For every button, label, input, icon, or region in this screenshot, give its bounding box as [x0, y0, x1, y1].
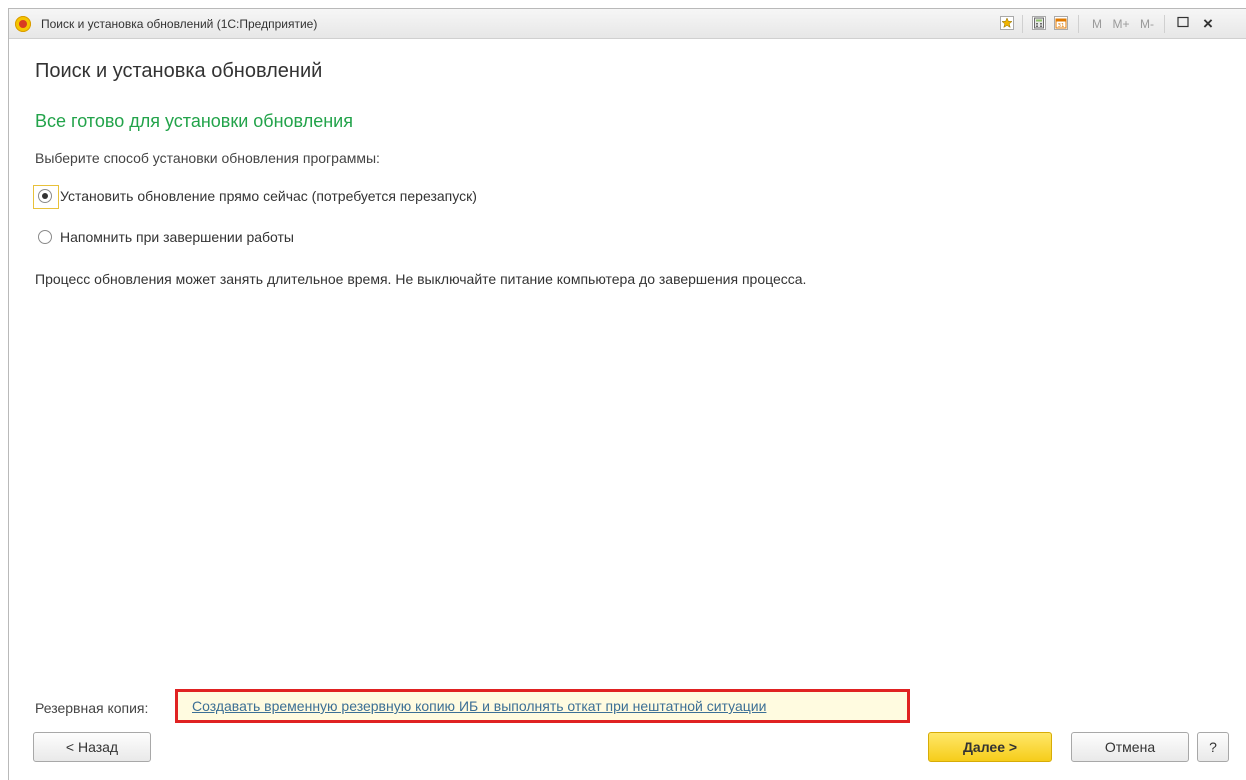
toolbar-separator: [1164, 15, 1165, 33]
favorites-icon[interactable]: [1000, 16, 1014, 30]
cancel-button[interactable]: Отмена: [1071, 732, 1189, 762]
page-subtitle: Все готово для установки обновления: [35, 111, 353, 131]
option-remind-later-label[interactable]: Напомнить при завершении работы: [60, 229, 294, 245]
backup-highlight-box: Создавать временную резервную копию ИБ и…: [175, 689, 910, 723]
title-bar: Поиск и установка обновлений (1С:Предпри…: [9, 9, 1246, 39]
update-window: Поиск и установка обновлений (1С:Предпри…: [8, 8, 1246, 780]
close-icon[interactable]: ×: [1200, 15, 1216, 32]
backup-link[interactable]: Создавать временную резервную копию ИБ и…: [192, 698, 766, 714]
radio-install-now[interactable]: [38, 189, 52, 203]
help-button[interactable]: ?: [1197, 732, 1229, 762]
title-toolbar: 31 M M+ M- ×: [986, 9, 1246, 39]
1c-app-icon: [15, 16, 31, 32]
memory-m-minus-button[interactable]: M-: [1138, 16, 1156, 32]
memory-m-plus-button[interactable]: M+: [1110, 16, 1132, 32]
calculator-icon[interactable]: [1032, 16, 1046, 30]
svg-text:31: 31: [1058, 23, 1065, 29]
next-button[interactable]: Далее >: [928, 732, 1052, 762]
option-install-now-label[interactable]: Установить обновление прямо сейчас (потр…: [60, 188, 477, 204]
page-title: Поиск и установка обновлений: [35, 60, 323, 82]
radio-remind-later[interactable]: [38, 230, 52, 244]
toolbar-separator: [1078, 15, 1079, 33]
update-warning-note: Процесс обновления может занять длительн…: [35, 271, 807, 287]
maximize-icon[interactable]: [1176, 16, 1190, 32]
backup-label: Резервная копия:: [35, 700, 149, 716]
window-title: Поиск и установка обновлений (1С:Предпри…: [41, 17, 318, 31]
memory-m-button[interactable]: M: [1090, 16, 1104, 32]
back-button[interactable]: < Назад: [33, 732, 151, 762]
install-method-prompt: Выберите способ установки обновления про…: [35, 150, 380, 166]
calendar-icon[interactable]: 31: [1054, 16, 1068, 30]
toolbar-separator: [1022, 15, 1023, 33]
